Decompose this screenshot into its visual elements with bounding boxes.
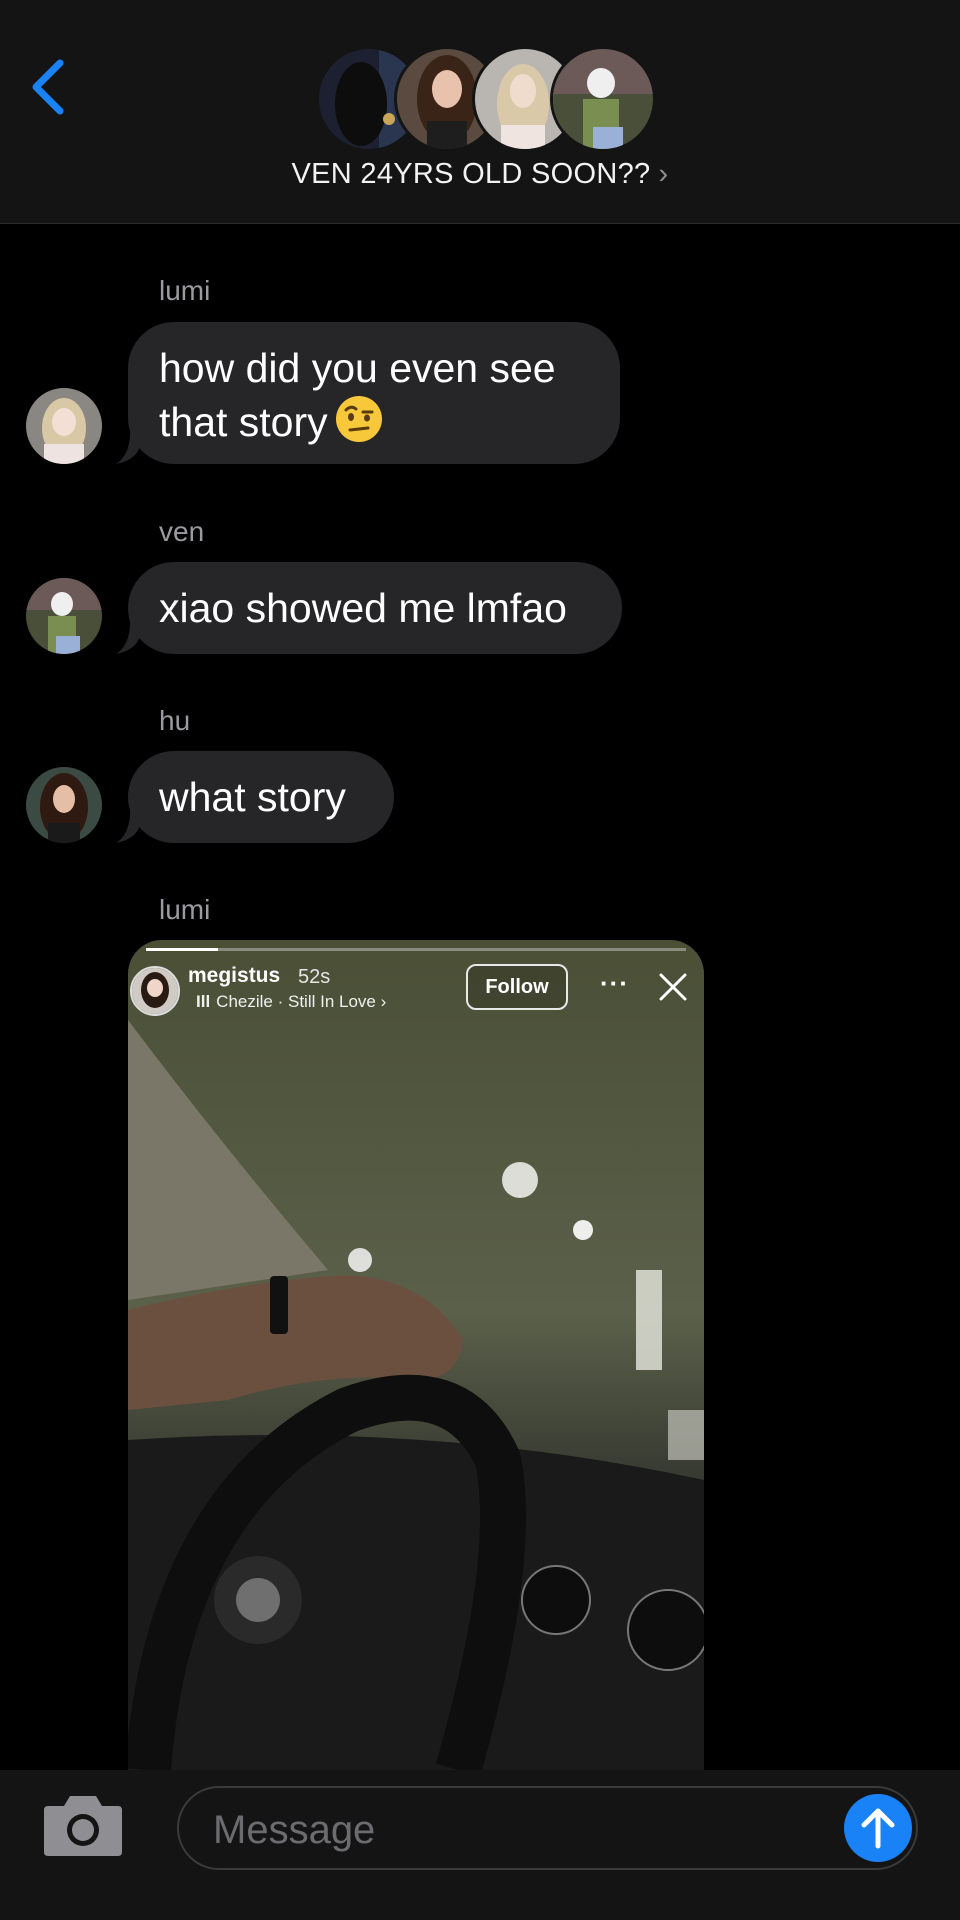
message-text: what story (159, 774, 346, 820)
sender-name: lumi (159, 894, 211, 925)
arrow-up-icon (861, 1808, 895, 1849)
close-icon[interactable] (658, 972, 688, 1002)
message-text: xiao showed me lmfao (159, 585, 567, 631)
story-username[interactable]: megistus (188, 964, 280, 988)
follow-button[interactable]: Follow (466, 964, 568, 1010)
story-music-text: Chezile · Still In Love › (216, 992, 387, 1011)
chevron-left-icon[interactable] (24, 55, 76, 119)
story-music[interactable]: Ill Chezile · Still In Love › (196, 992, 386, 1012)
message-bubble[interactable]: what story (128, 751, 394, 843)
sender-name: ven (159, 516, 205, 547)
story-avatar[interactable] (130, 966, 180, 1016)
chat-header: VEN 24YRS OLD SOON?? › (0, 0, 960, 224)
message-input[interactable]: Message (177, 1786, 918, 1870)
story-time: 52s (298, 966, 331, 988)
message-text-line: how did you even see (159, 345, 556, 391)
more-options-icon[interactable]: ··· (600, 968, 629, 999)
composer-bar: Message (0, 1770, 960, 1920)
message-placeholder: Message (213, 1808, 376, 1852)
avatar[interactable] (26, 388, 102, 464)
story-progress (146, 948, 686, 951)
chevron-right-icon: › (658, 158, 669, 190)
group-title[interactable]: VEN 24YRS OLD SOON?? › (0, 158, 960, 191)
avatar[interactable] (26, 767, 102, 843)
avatar[interactable] (26, 578, 102, 654)
raised-eyebrow-emoji-icon (335, 396, 382, 442)
message-text-line: that story (159, 394, 589, 448)
story-header: megistus 52s Ill Chezile · Still In Love … (128, 958, 704, 1028)
group-title-text: VEN 24YRS OLD SOON?? (291, 158, 651, 190)
sender-name: lumi (159, 275, 211, 306)
shared-story-card[interactable]: megistus 52s Ill Chezile · Still In Love … (128, 940, 704, 1770)
music-bars-icon: Ill (196, 992, 211, 1011)
message-text-line2: that story (159, 399, 328, 445)
group-avatars[interactable] (316, 46, 656, 152)
message-bubble[interactable]: how did you even see that story (128, 322, 620, 464)
camera-icon[interactable] (42, 1794, 124, 1858)
group-avatar-4 (550, 46, 656, 152)
send-button[interactable] (844, 1794, 912, 1862)
story-image (128, 940, 704, 1770)
message-bubble[interactable]: xiao showed me lmfao (128, 562, 622, 654)
sender-name: hu (159, 705, 191, 736)
